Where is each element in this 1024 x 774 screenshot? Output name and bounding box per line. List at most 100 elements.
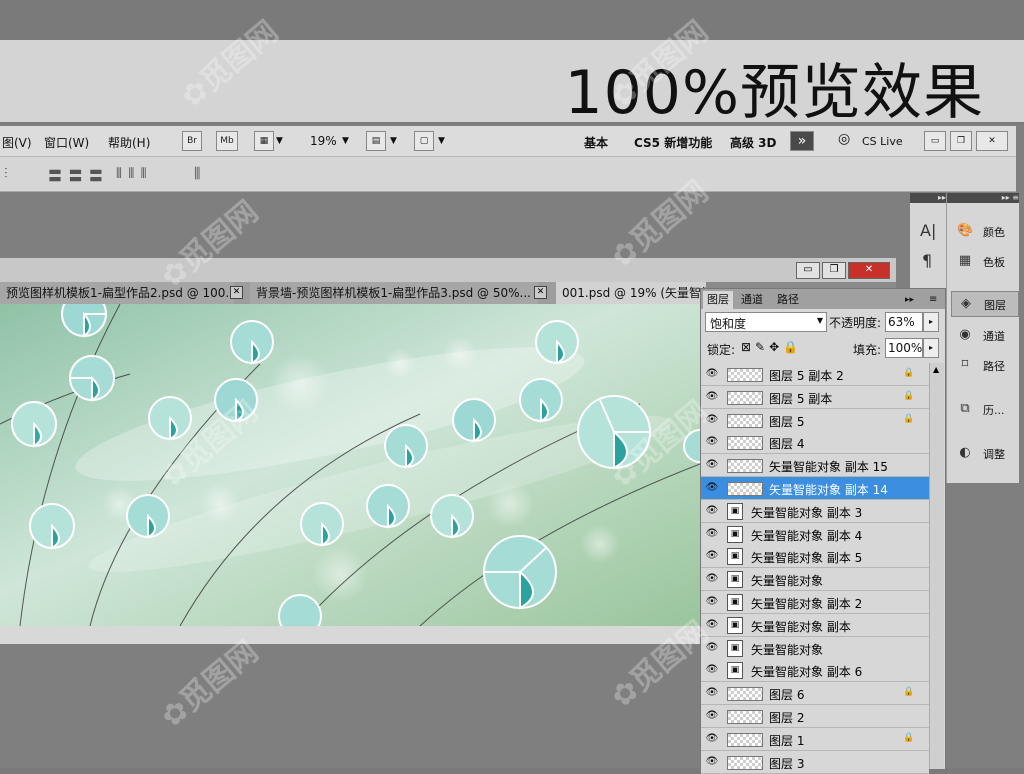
dock-paths[interactable]: ⌑ 路径 [951, 353, 1017, 377]
align-icon[interactable]: ⫶ [4, 166, 9, 182]
view-extras-icon[interactable]: ▦ [254, 131, 274, 151]
fill-field[interactable]: 100% [885, 338, 923, 358]
close-button[interactable]: ✕ [976, 131, 1008, 151]
doc-close-button[interactable]: ✕ [848, 262, 890, 279]
layer-row[interactable]: 👁 ▣ 矢量智能对象 副本 [701, 613, 929, 637]
restore-button[interactable]: ❐ [950, 131, 972, 151]
chevron-down-icon[interactable]: ▼ [276, 136, 283, 146]
visibility-eye-icon[interactable]: 👁 [705, 686, 719, 700]
layer-name: 图层 2 [769, 711, 805, 725]
layer-row[interactable]: 👁 图层 2 [701, 705, 929, 728]
doc-restore-button[interactable]: ❐ [822, 262, 846, 279]
visibility-eye-icon[interactable]: 👁 [705, 595, 719, 609]
layer-row[interactable]: 👁 ▣ 矢量智能对象 副本 4 [701, 522, 929, 546]
layer-row[interactable]: 👁 图层 4 [701, 431, 929, 455]
tab-paths[interactable]: 路径 [773, 291, 803, 309]
distribute-top-icon[interactable]: 〓 〓 〓 [48, 166, 104, 186]
workspace-cs5-new[interactable]: CS5 新增功能 [634, 134, 712, 151]
visibility-eye-icon[interactable]: 👁 [705, 504, 719, 518]
dock-layers[interactable]: ◈ 图层 [951, 291, 1019, 317]
dock-header[interactable]: ▸▸ [910, 193, 946, 203]
scroll-up-icon[interactable]: ▲ [933, 365, 939, 374]
dock-history[interactable]: ⧉ 历... [951, 397, 1017, 421]
layer-name: 图层 4 [769, 437, 805, 452]
layer-row[interactable]: 👁 图层 5 🔒 [701, 408, 929, 432]
layer-row[interactable]: 👁 矢量智能对象 副本 15 [701, 454, 929, 478]
layer-row[interactable]: 👁 图层 1 🔒 [701, 727, 929, 751]
mini-bridge-button[interactable]: Mb [216, 131, 238, 151]
blend-mode-select[interactable]: 饱和度 ▼ [705, 312, 827, 332]
visibility-eye-icon[interactable]: 👁 [705, 527, 719, 541]
paragraph-icon[interactable]: ¶ [922, 251, 932, 270]
visibility-eye-icon[interactable]: 👁 [705, 755, 719, 769]
visibility-eye-icon[interactable]: 👁 [705, 413, 719, 427]
lock-icon: 🔒 [903, 368, 915, 378]
chevron-down-icon[interactable]: ▼ [390, 136, 397, 146]
visibility-eye-icon[interactable]: 👁 [705, 435, 719, 449]
visibility-eye-icon[interactable]: 👁 [705, 641, 719, 655]
tab-document-2[interactable]: 背景墙-预览图样机模板1-扁型作品3.psd @ 50%... [250, 282, 538, 304]
collapse-icon[interactable]: ▸▸ [901, 291, 918, 309]
distribute-left-icon[interactable]: ⫴ ⫴ ⫴ [116, 166, 148, 182]
layers-scrollbar[interactable]: ▲ [929, 363, 944, 769]
visibility-eye-icon[interactable]: 👁 [705, 618, 719, 632]
opacity-field[interactable]: 63% [885, 312, 923, 332]
visibility-eye-icon[interactable]: 👁 [705, 549, 719, 563]
smart-object-thumbnail-icon: ▣ [727, 639, 743, 657]
tab-document-1[interactable]: 预览图样机模板1-扁型作品2.psd @ 100... [0, 282, 234, 304]
layer-row[interactable]: 👁 图层 6 🔒 [701, 682, 929, 706]
tab-layers[interactable]: 图层 [703, 291, 733, 309]
layer-row[interactable]: 👁 图层 3 [701, 750, 929, 774]
chevron-down-icon[interactable]: ▼ [342, 136, 349, 146]
opacity-slider-toggle[interactable]: ▸ [923, 312, 939, 332]
document-titlebar[interactable] [0, 258, 896, 282]
cs-live-button[interactable]: CS Live [862, 135, 903, 148]
bridge-button[interactable]: Br [182, 131, 202, 151]
screen-mode-icon[interactable]: ▢ [414, 131, 434, 151]
dock-channels[interactable]: ◉ 通道 [951, 323, 1017, 347]
tab-close-icon[interactable]: ✕ [230, 286, 243, 299]
more-workspaces-button[interactable]: » [790, 131, 814, 151]
layer-row[interactable]: 👁 ▣ 矢量智能对象 副本 6 [701, 659, 929, 683]
menu-help[interactable]: 帮助(H) [108, 134, 150, 151]
dock-color[interactable]: 🎨 颜色 [951, 219, 1017, 243]
doc-minimize-button[interactable]: ▭ [796, 262, 820, 279]
character-icon[interactable]: A| [920, 221, 936, 240]
arrange-documents-icon[interactable]: ▤ [366, 131, 386, 151]
layer-row[interactable]: 👁 ▣ 矢量智能对象 [701, 568, 929, 592]
dock-adjustments[interactable]: ◐ 调整 [951, 441, 1017, 465]
menu-image[interactable]: 图(V) [2, 134, 32, 151]
visibility-eye-icon[interactable]: 👁 [705, 390, 719, 404]
zoom-level[interactable]: 19% [310, 134, 337, 148]
layer-row[interactable]: 👁 图层 5 副本 🔒 [701, 385, 929, 409]
visibility-eye-icon[interactable]: 👁 [705, 663, 719, 677]
layer-row[interactable]: 👁 ▣ 矢量智能对象 [701, 636, 929, 660]
auto-align-icon[interactable]: ⫼ [194, 166, 201, 182]
dock-header[interactable]: ▸▸ ≡ [947, 193, 1019, 203]
tab-channels[interactable]: 通道 [737, 291, 767, 309]
workspace-3d[interactable]: 高级 3D [730, 134, 777, 151]
tab-close-icon[interactable]: ✕ [534, 286, 547, 299]
visibility-eye-icon[interactable]: 👁 [705, 367, 719, 381]
layer-row[interactable]: 👁 图层 5 副本 2 🔒 [701, 363, 929, 386]
chevron-down-icon[interactable]: ▼ [438, 136, 445, 146]
fill-slider-toggle[interactable]: ▸ [923, 338, 939, 358]
layer-row[interactable]: 👁 ▣ 矢量智能对象 副本 2 [701, 591, 929, 614]
panel-menu-icon[interactable]: ≡ [925, 291, 941, 309]
visibility-eye-icon[interactable]: 👁 [705, 572, 719, 586]
layer-row[interactable]: 👁 ▣ 矢量智能对象 副本 5 [701, 545, 929, 569]
layer-row[interactable]: 👁 矢量智能对象 副本 14 [701, 477, 929, 500]
dock-swatches[interactable]: ▦ 色板 [951, 249, 1017, 273]
tab-document-3[interactable]: 001.psd @ 19% (矢量智能 [556, 282, 706, 304]
visibility-eye-icon[interactable]: 👁 [705, 709, 719, 723]
minimize-button[interactable]: ▭ [924, 131, 946, 151]
visibility-eye-icon[interactable]: 👁 [705, 732, 719, 746]
menu-window[interactable]: 窗口(W) [44, 134, 89, 151]
status-bar [0, 626, 700, 644]
layer-row[interactable]: 👁 ▣ 矢量智能对象 副本 3 [701, 499, 929, 523]
visibility-eye-icon[interactable]: 👁 [705, 458, 719, 472]
lock-options-icon[interactable]: ⊠✎✥🔒 [741, 340, 802, 354]
visibility-eye-icon[interactable]: 👁 [705, 481, 719, 495]
workspace-essentials[interactable]: 基本 [584, 134, 608, 151]
canvas-artwork[interactable] [0, 304, 700, 626]
